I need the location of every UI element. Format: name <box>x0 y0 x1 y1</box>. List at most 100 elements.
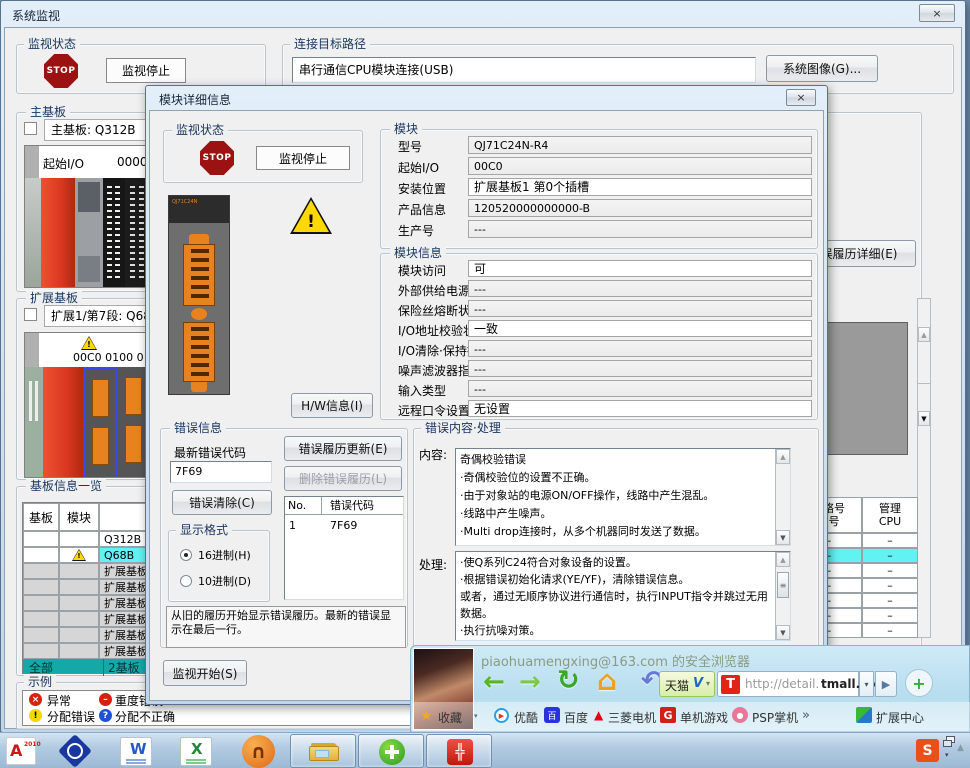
psp-icon[interactable]: ● <box>732 707 748 723</box>
green-cross-circle <box>379 739 405 765</box>
mitsubishi-icon[interactable]: ▲ <box>594 708 603 722</box>
screen: 系统监视 × 监视状态 STOP 监视停止 连接目标路径 串行通信CPU模块连接… <box>0 0 970 768</box>
taskbar-button-plc-tool[interactable]: ╬ <box>426 734 492 768</box>
stop-icon: STOP <box>200 141 234 175</box>
bookmark-favorites[interactable]: 收藏 <box>438 709 462 726</box>
game-icon[interactable]: G <box>660 707 676 723</box>
connector-tab <box>191 382 207 392</box>
bookmark-extension-center[interactable]: 扩展中心 <box>876 709 924 726</box>
address-bar[interactable]: T http://detail. tmall.co <box>717 671 859 697</box>
chevron-down-icon[interactable]: ▾ <box>474 712 478 720</box>
tmall-icon: T <box>721 675 740 694</box>
home-icon[interactable]: ⌂ <box>597 664 617 697</box>
shield-icon[interactable]: + <box>905 669 933 697</box>
autocad-year: 2010 <box>24 742 34 748</box>
noise-filter-field: --- <box>468 360 812 377</box>
dec-radio[interactable] <box>180 575 192 587</box>
forward-icon[interactable]: → <box>519 667 541 697</box>
model-field: QJ71C24N-R4 <box>468 136 812 154</box>
error-detail-label: 错误内容·处理 <box>421 421 505 435</box>
search-engine-select[interactable]: 天猫 V ▾ <box>659 671 715 697</box>
folder-doc <box>315 750 329 758</box>
history-note: 从旧的履历开始显示错误履历。最新的错误显示在最后一行。 <box>166 606 406 648</box>
bookmark-psp[interactable]: PSP掌机 <box>752 709 798 726</box>
go-button[interactable]: ▶ <box>875 671 897 697</box>
module-image-header: QJ71C24N <box>169 196 229 223</box>
orange-connector <box>183 322 215 382</box>
restore-windows-icon-2[interactable] <box>943 740 952 747</box>
engine-name: 天猫 <box>665 677 689 694</box>
baidu-icon[interactable]: 百 <box>544 707 560 723</box>
plc-tool-icon: ╬ <box>447 739 473 765</box>
taskbar-icon-excel[interactable]: X <box>180 737 212 766</box>
field-label: 生产号 <box>398 222 434 239</box>
error-history-list[interactable]: No. 错误代码 1 7F69 <box>284 496 404 600</box>
orange-connector <box>183 244 215 306</box>
connector-pins <box>191 327 209 377</box>
monitor-state-box: 监视停止 <box>256 146 350 170</box>
excel-letter: X <box>191 740 203 758</box>
bookmark-youku[interactable]: 优酷 <box>514 709 538 726</box>
browser-popup: piaohuamengxing@163.com 的安全浏览器 ← → ↻ ⌂ ↶… <box>410 645 970 732</box>
mount-position-field: 扩展基板1 第0个插槽 <box>468 178 812 196</box>
hw-info-button[interactable]: H/W信息(I) <box>291 393 373 418</box>
input-type-field: --- <box>468 380 812 397</box>
back-icon[interactable]: ← <box>483 667 505 697</box>
autocad-letter: A <box>10 741 22 760</box>
taskbar: A 2010 W X ∩ <box>0 732 970 768</box>
extension-center-icon[interactable] <box>856 707 872 723</box>
bookmark-baidu[interactable]: 百度 <box>564 709 588 726</box>
delete-error-history-button[interactable]: 删除错误履历(L) <box>284 466 402 491</box>
dec-radio-label[interactable]: 10进制(D) <box>198 573 251 589</box>
fuse-field: --- <box>468 300 812 317</box>
taskbar-icon-autocad[interactable]: A 2010 <box>6 737 36 765</box>
scroll-thumb[interactable]: ≡ <box>777 572 789 598</box>
list-item[interactable]: 1 <box>289 519 296 532</box>
taskbar-button-antivirus[interactable] <box>358 734 424 768</box>
show-hidden-icons[interactable]: ▲ <box>957 743 964 753</box>
more-bookmarks-icon[interactable]: » <box>802 708 810 723</box>
module-access-field: 可 <box>468 260 812 277</box>
hex-radio[interactable] <box>180 549 192 561</box>
serial-field: --- <box>468 220 812 238</box>
content-label: 内容: <box>419 446 447 463</box>
scrollbar[interactable]: ▲ ≡ ▼ <box>775 552 790 640</box>
monitor-start-button[interactable]: 监视开始(S) <box>163 660 247 686</box>
module-image: QJ71C24N <box>168 195 230 395</box>
latest-error-code-field[interactable]: 7F69 <box>170 461 272 483</box>
scrollbar[interactable]: ▲ ▼ <box>775 449 790 545</box>
error-info-label: 错误信息 <box>170 421 226 435</box>
list-item[interactable]: 7F69 <box>330 519 357 532</box>
taskbar-icon-compass[interactable] <box>58 735 92 767</box>
bookmarks-bar: ★ 收藏 ▾ ▶ 优酷 百 百度 ▲ 三菱电机 G 单机游戏 ● PSP掌机 »… <box>412 702 970 732</box>
field-label: 模块访问 <box>398 262 446 279</box>
doc-line <box>126 762 146 764</box>
display-format-group <box>168 530 270 602</box>
error-action-textarea[interactable]: ·使Q系列C24符合对象设备的设置。 ·根据错误初始化请求(YE/YF)，清除错… <box>455 551 791 641</box>
youku-icon[interactable]: ▶ <box>494 708 509 723</box>
hex-radio-label[interactable]: 16进制(H) <box>198 547 251 563</box>
ext-power-field: --- <box>468 280 812 297</box>
sogou-tray-icon[interactable]: S <box>916 739 939 762</box>
module-info-label: 模块信息 <box>390 246 446 260</box>
refresh-icon[interactable]: ↻ <box>557 665 580 696</box>
field-label: 型号 <box>398 138 422 155</box>
doc-line <box>126 759 146 761</box>
start-io-field: 00C0 <box>468 157 812 175</box>
field-label: 安装位置 <box>398 180 446 197</box>
star-icon[interactable]: ★ <box>420 708 433 724</box>
taskbar-button-explorer[interactable] <box>290 734 356 768</box>
error-clear-button[interactable]: 错误清除(C) <box>172 490 272 515</box>
taskbar-icon-music[interactable]: ∩ <box>242 735 275 768</box>
close-icon[interactable]: × <box>786 89 816 106</box>
bookmark-game[interactable]: 单机游戏 <box>680 709 728 726</box>
cross-v <box>390 745 394 759</box>
error-content-text: 奇偶校验错误 ·奇偶校验位的设置不正确。 ·由于对象站的电源ON/OFF操作，线… <box>460 451 770 541</box>
error-history-update-button[interactable]: 错误履历更新(E) <box>284 436 402 461</box>
chevron-down-icon[interactable]: ▾ <box>945 751 949 759</box>
bookmark-mitsubishi[interactable]: 三菱电机 <box>608 709 656 726</box>
doc-line <box>186 759 206 761</box>
taskbar-icon-word[interactable]: W <box>120 737 152 766</box>
url-dropdown-button[interactable]: ▾ <box>859 671 874 697</box>
error-content-textarea[interactable]: 奇偶校验错误 ·奇偶校验位的设置不正确。 ·由于对象站的电源ON/OFF操作，线… <box>455 448 791 546</box>
